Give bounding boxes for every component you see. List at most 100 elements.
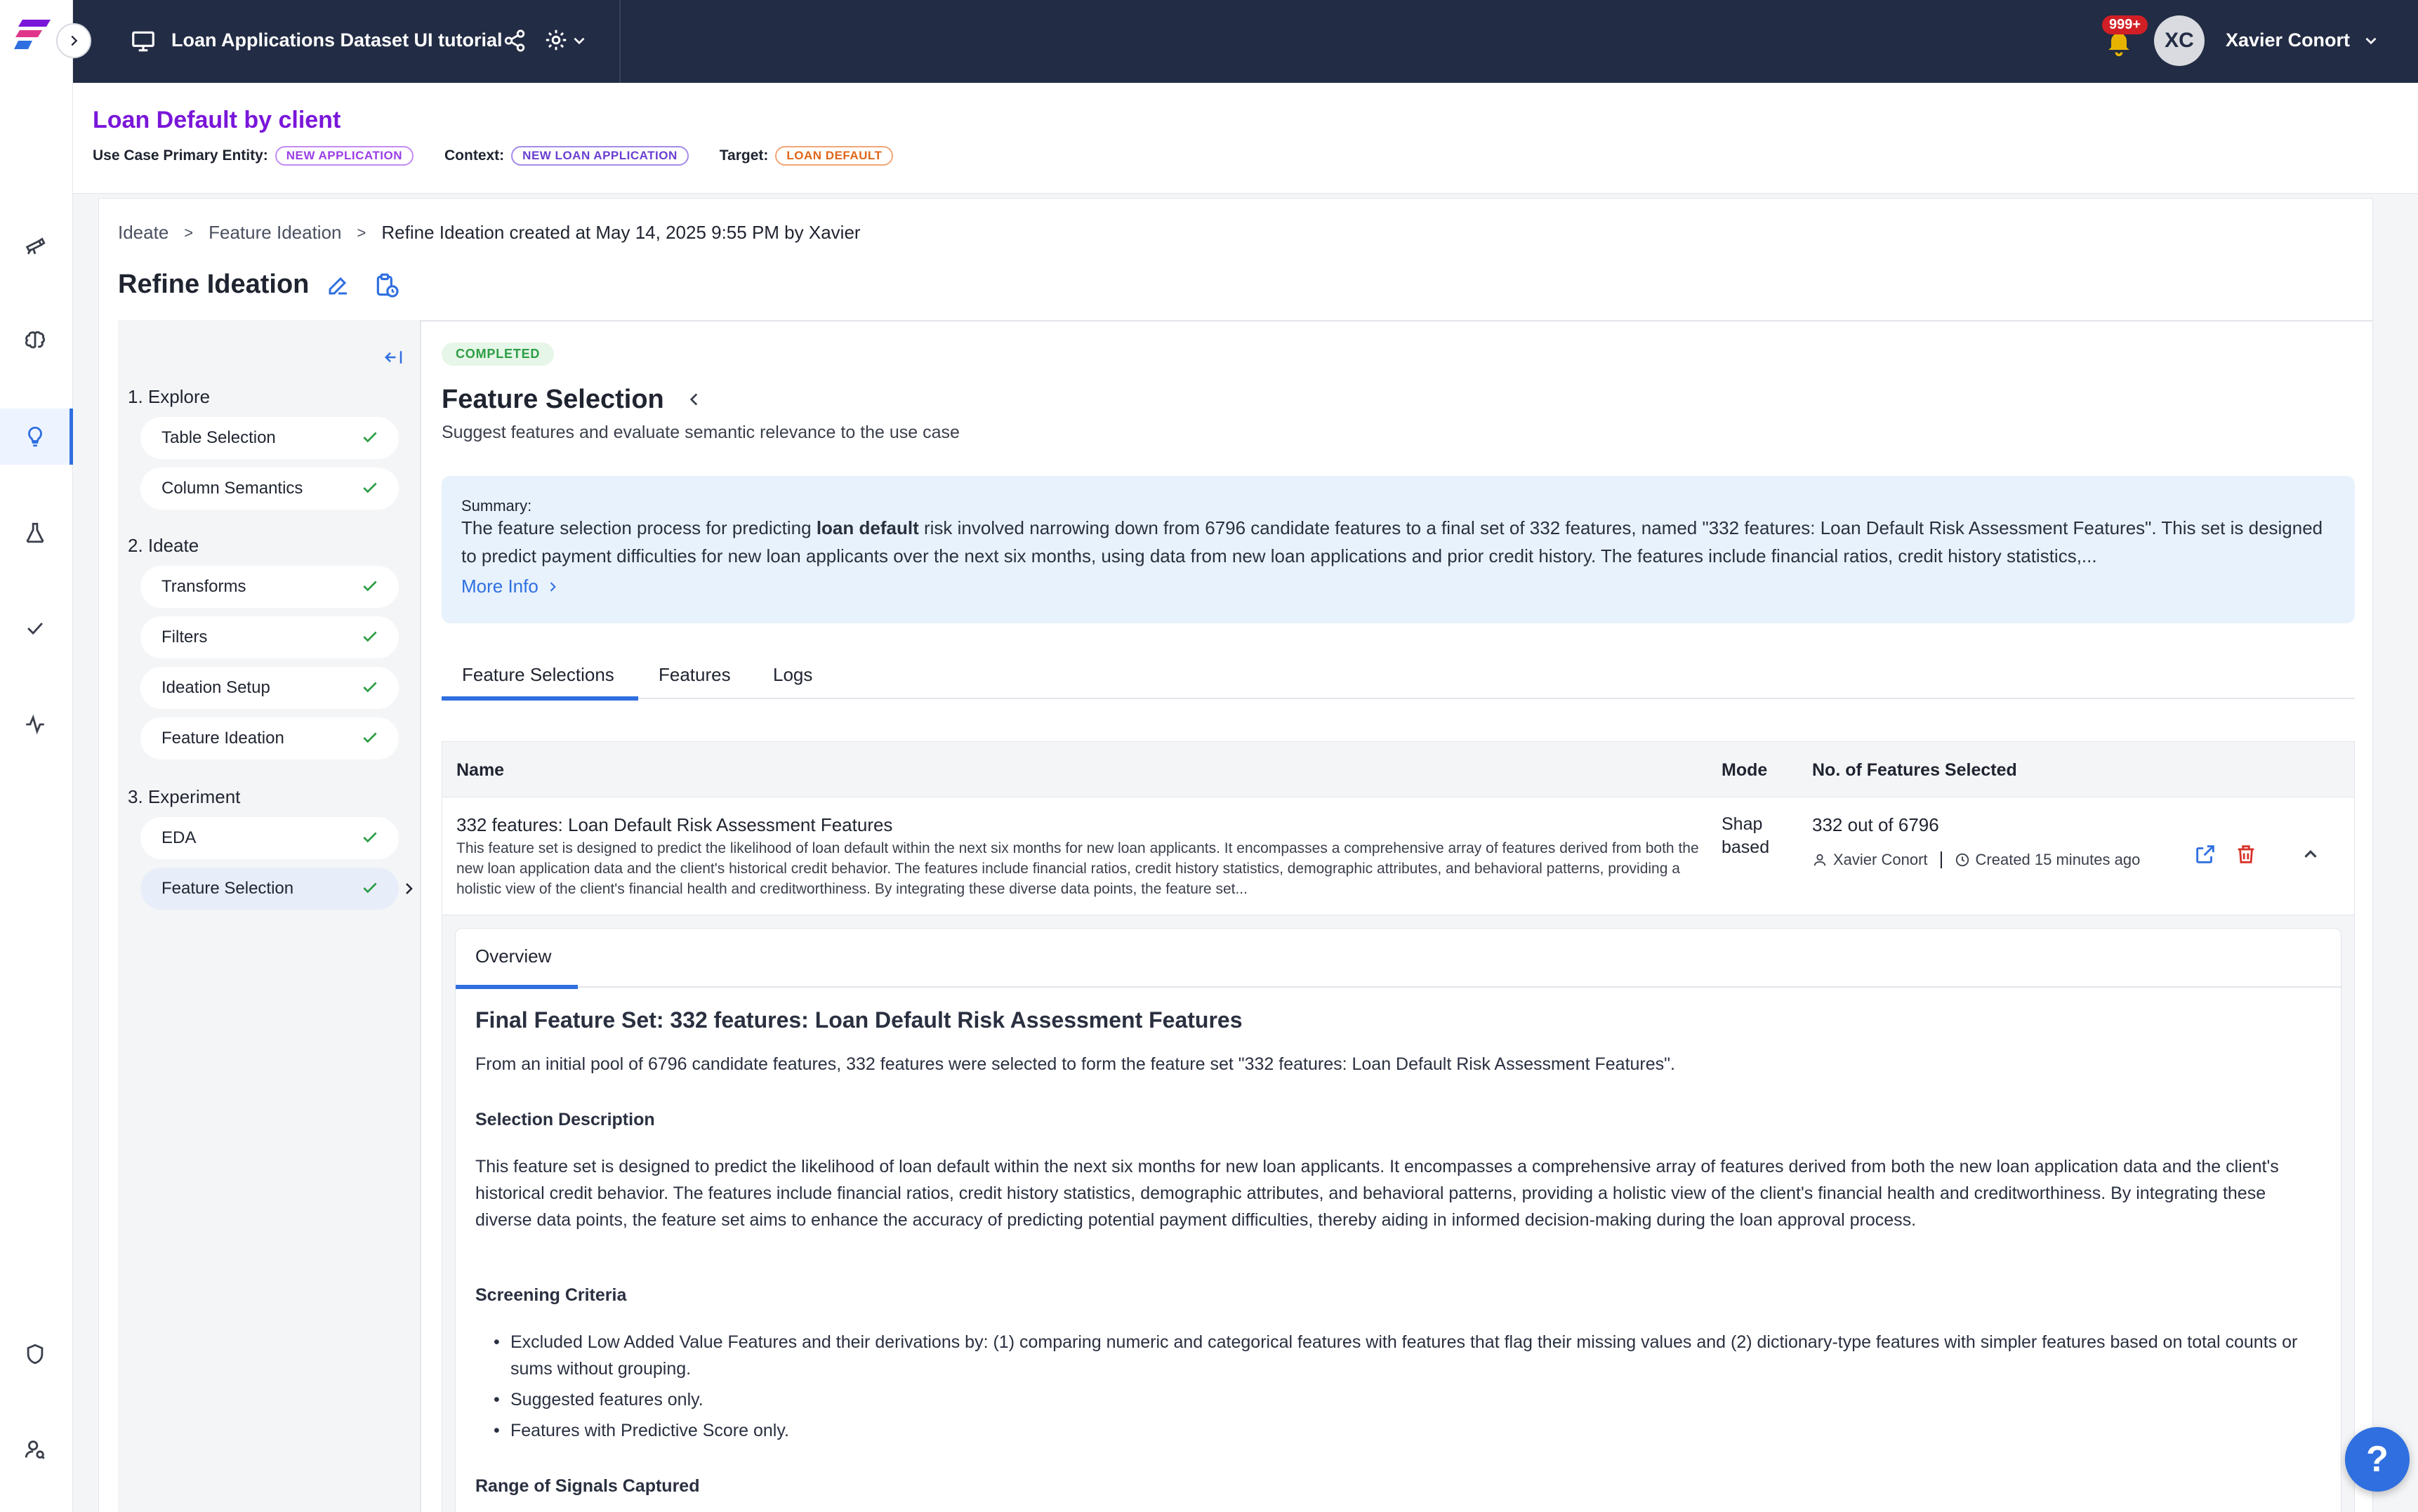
active-tab-indicator — [456, 985, 578, 989]
screening-criteria-heading: Screening Criteria — [475, 1285, 627, 1305]
feature-set-detail: Overview Final Feature Set: 332 features… — [455, 928, 2342, 1512]
step-section-experiment: 3. Experiment — [128, 786, 241, 807]
monitor-icon — [132, 31, 154, 52]
chevron-left-icon[interactable] — [685, 390, 703, 409]
feature-set-mode: Shap based — [1722, 813, 1769, 859]
share-icon[interactable] — [503, 29, 527, 53]
primary-entity-pill[interactable]: NEW APPLICATION — [275, 146, 414, 166]
expand-sidebar-button[interactable] — [56, 23, 91, 58]
breadcrumb-ideate[interactable]: Ideate — [118, 222, 169, 244]
status-badge: COMPLETED — [442, 343, 555, 366]
workspace-title: Loan Applications Dataset UI tutorial — [171, 29, 503, 51]
step-column-semantics[interactable]: Column Semantics — [140, 467, 399, 510]
help-button[interactable]: ? — [2345, 1427, 2410, 1492]
workspace-selector[interactable]: Loan Applications Dataset UI tutorial — [73, 0, 621, 83]
summary-text: The feature selection process for predic… — [461, 514, 2336, 570]
step-transforms[interactable]: Transforms — [140, 566, 399, 608]
step-section-ideate: 2. Ideate — [128, 535, 199, 556]
mode-line: Shap — [1722, 814, 1763, 834]
chevron-down-icon[interactable] — [2362, 32, 2380, 50]
notifications-button[interactable]: 999+ — [2099, 15, 2148, 65]
list-item: Suggested features only. — [475, 1386, 2322, 1413]
table-header: Name Mode No. of Features Selected — [442, 741, 2355, 797]
tab-features[interactable]: Features — [659, 664, 731, 686]
step-table-selection[interactable]: Table Selection — [140, 417, 399, 459]
list-item: Features with Predictive Score only. — [475, 1417, 2322, 1444]
column-header-mode[interactable]: Mode — [1722, 760, 1767, 781]
breadcrumb-current: Refine Ideation created at May 14, 2025 … — [381, 222, 861, 243]
tab-logs[interactable]: Logs — [773, 664, 812, 686]
check-icon — [363, 732, 377, 743]
step-eda[interactable]: EDA — [140, 817, 399, 859]
brain-icon[interactable] — [0, 312, 70, 369]
clock-icon — [1955, 853, 1969, 867]
feature-set-name[interactable]: 332 features: Loan Default Risk Assessme… — [456, 814, 892, 836]
detail-tabs-divider — [456, 986, 2342, 988]
user-icon — [1814, 854, 1826, 866]
target-pill[interactable]: LOAN DEFAULT — [775, 146, 894, 166]
app-logo[interactable] — [14, 17, 53, 53]
checkmark-icon[interactable] — [0, 600, 70, 656]
breadcrumb: Ideate > Feature Ideation > Refine Ideat… — [118, 222, 861, 244]
edit-icon[interactable] — [326, 272, 351, 298]
section-subtitle: Suggest features and evaluate semantic r… — [442, 423, 960, 442]
mode-line: based — [1722, 837, 1770, 857]
gear-icon[interactable] — [543, 27, 569, 53]
meta-divider — [1940, 851, 1942, 868]
telescope-icon[interactable] — [0, 217, 70, 273]
avatar[interactable]: XC — [2154, 15, 2205, 66]
step-feature-selection[interactable]: Feature Selection — [140, 868, 399, 910]
column-header-feature-count[interactable]: No. of Features Selected — [1812, 760, 2017, 781]
step-label: Feature Selection — [161, 879, 294, 898]
page-title: Refine Ideation — [118, 270, 310, 299]
more-info-label: More Info — [461, 576, 539, 597]
step-label: Ideation Setup — [161, 678, 270, 697]
chevron-right-icon — [71, 35, 78, 46]
summary-text-start: The feature selection process for predic… — [461, 517, 817, 538]
section-title: Feature Selection — [442, 385, 664, 414]
range-of-signals-heading: Range of Signals Captured — [475, 1476, 700, 1496]
created-time: Created 15 minutes ago — [1975, 851, 2141, 868]
summary-box: Summary: The feature selection process f… — [442, 476, 2355, 623]
detail-heading: Final Feature Set: 332 features: Loan De… — [475, 1007, 1243, 1033]
activity-icon[interactable] — [0, 696, 70, 752]
lightbulb-icon[interactable] — [0, 409, 73, 465]
check-icon — [363, 631, 377, 642]
primary-entity-label: Use Case Primary Entity: — [93, 147, 268, 164]
notification-count-badge: 999+ — [2102, 15, 2148, 34]
user-search-icon[interactable] — [0, 1421, 70, 1478]
context-pill[interactable]: NEW LOAN APPLICATION — [511, 146, 689, 166]
step-label: Column Semantics — [161, 479, 303, 498]
feature-count: 332 out of 6796 — [1812, 814, 1939, 835]
breadcrumb-feature-ideation[interactable]: Feature Ideation — [209, 222, 341, 244]
check-icon — [363, 682, 377, 693]
author-name: Xavier Conort — [1833, 851, 1928, 868]
column-header-name[interactable]: Name — [456, 760, 504, 781]
target-label: Target: — [719, 147, 769, 164]
chevron-up-icon[interactable] — [2300, 844, 2321, 865]
tabs-divider — [442, 698, 2355, 699]
use-case-meta: Use Case Primary Entity: NEW APPLICATION… — [93, 146, 894, 166]
collapse-panel-icon[interactable] — [382, 347, 406, 368]
more-info-link[interactable]: More Info — [461, 576, 560, 597]
step-label: EDA — [161, 828, 197, 847]
title-divider — [118, 320, 2373, 321]
breadcrumb-separator: > — [184, 223, 194, 241]
left-nav-rail — [0, 0, 73, 1512]
open-external-icon[interactable] — [2193, 842, 2217, 866]
trash-icon[interactable] — [2234, 842, 2258, 866]
table-row[interactable]: 332 features: Loan Default Risk Assessme… — [442, 797, 2355, 915]
tab-feature-selections[interactable]: Feature Selections — [462, 664, 614, 686]
check-icon — [363, 581, 377, 592]
chevron-down-icon[interactable] — [570, 32, 588, 50]
flask-icon[interactable] — [0, 505, 70, 561]
use-case-title[interactable]: Loan Default by client — [93, 107, 341, 134]
step-filters[interactable]: Filters — [140, 616, 399, 658]
tab-overview[interactable]: Overview — [475, 946, 551, 967]
context-label: Context: — [444, 147, 505, 164]
user-name[interactable]: Xavier Conort — [2226, 29, 2350, 51]
step-feature-ideation[interactable]: Feature Ideation — [140, 717, 399, 760]
clipboard-clock-icon[interactable] — [374, 272, 400, 299]
shield-icon[interactable] — [0, 1326, 70, 1382]
step-ideation-setup[interactable]: Ideation Setup — [140, 667, 399, 709]
